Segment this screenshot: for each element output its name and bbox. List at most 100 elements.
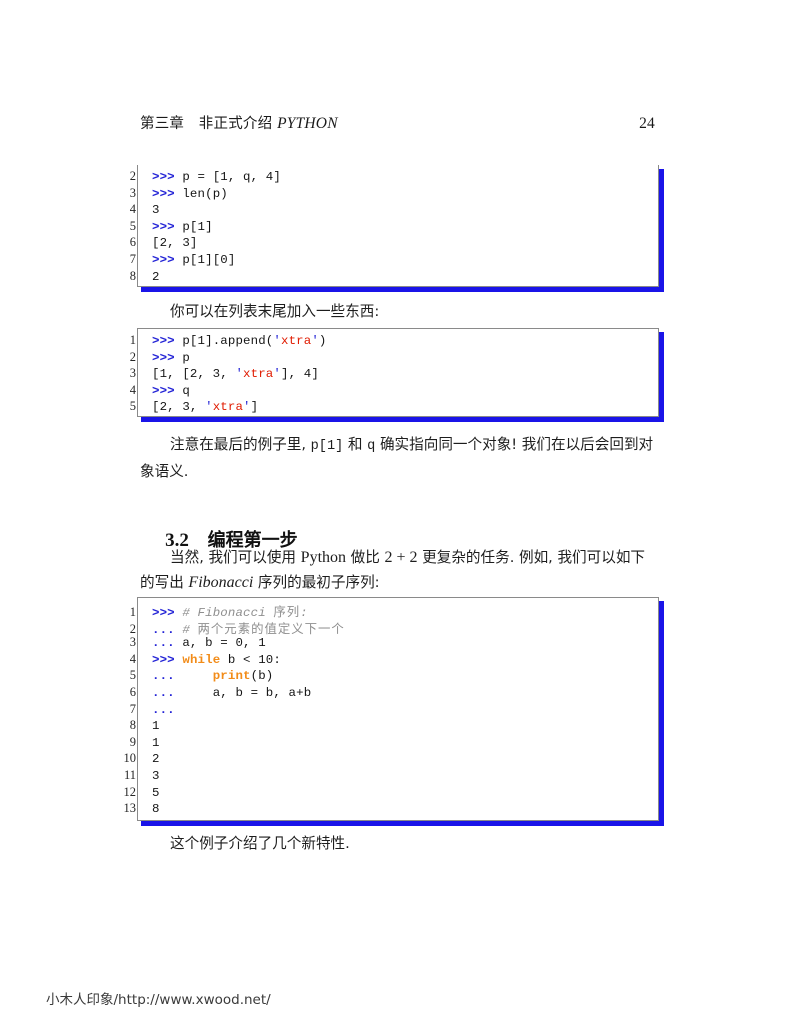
code-line: 3 >>> len(p): [130, 186, 658, 203]
code-line-number: 1: [129, 605, 136, 619]
code-line-number: 4: [129, 651, 136, 666]
code-line-text: >>> p: [152, 350, 190, 365]
code-line-number: 10: [123, 751, 137, 766]
code-line-number: 12: [123, 784, 137, 799]
chapter-title: 第三章 非正式介绍 PYTHON: [140, 112, 338, 133]
paragraph-append-intro: 你可以在列表末尾加入一些东西:: [140, 299, 655, 324]
code-line-number: 8: [129, 718, 136, 733]
code-line: 12 5: [124, 785, 658, 802]
code-line: 2... # 两个元素的值定义下一个: [130, 619, 658, 637]
code-line-text: ...: [152, 702, 175, 717]
chapter-title-cjk: 第三章 非正式介绍: [140, 116, 278, 132]
paragraph-fibonacci-part4: 序列的最初子序列:: [253, 574, 380, 591]
code-listing-2: 1 >>> p[1].append('xtra') 2 >>> p 3 [1, [2, 3…: [130, 328, 664, 422]
code-line: 11 3: [124, 768, 658, 785]
inline-code-p1: p[1]: [310, 439, 344, 454]
code-line: 6 ... a, b = b, a+b: [130, 685, 658, 702]
code-listing-2-frame: 1 >>> p[1].append('xtra') 2 >>> p 3 [1, [2, 3…: [130, 328, 659, 420]
code-line-text: [2, 3]: [152, 236, 198, 251]
code-line-number: 3: [129, 635, 136, 650]
inline-latin-python: Python: [300, 549, 347, 566]
code-line-text: ... a, b = b, a+b: [152, 685, 312, 700]
code-listing-3: 1 >>> # Fibonacci 序列: 2... # 两个元素的值定义下一个 3.…: [124, 597, 664, 826]
paragraph-new-features: 这个例子介绍了几个新特性.: [140, 831, 655, 856]
code-line-number: 5: [129, 399, 136, 414]
code-line-text: ... a, b = 0, 1: [152, 636, 266, 651]
code-line-text: [2, 3, 'xtra']: [152, 400, 259, 415]
page-number: 24: [639, 115, 655, 132]
code-line-text: ... # 两个元素的值定义下一个: [152, 620, 345, 637]
paragraph-append-intro-text: 你可以在列表末尾加入一些东西:: [170, 303, 380, 320]
code-line-text: >>> p[1].append('xtra'): [152, 334, 327, 348]
code-line-text: ... print(b): [152, 669, 274, 684]
code-line-number: 4: [129, 382, 136, 397]
code-listing-3-shadow-right: [659, 601, 664, 826]
code-line-text: >>> # Fibonacci 序列:: [152, 604, 308, 620]
code-line-number: 6: [129, 684, 136, 699]
code-line: 6 [2, 3]: [130, 235, 658, 252]
paragraph-object-semantics-part2: 和: [343, 436, 368, 453]
code-line-number: 7: [129, 251, 136, 266]
code-line: 82: [130, 269, 658, 286]
paragraph-object-semantics-part1: 注意在最后的例子里,: [170, 436, 311, 453]
code-listing-1: 2 >>> p = [1, q, 4] 3 >>> len(p) 4 3 5 >>> p[1]…: [130, 165, 664, 292]
code-line-text: >>> p[1]: [152, 219, 213, 234]
code-line-text: >>> len(p): [152, 186, 228, 201]
code-line: 43: [130, 202, 658, 219]
code-line-text: 2: [152, 752, 160, 767]
code-line-text: [1, [2, 3, 'xtra'], 4]: [152, 367, 319, 382]
paragraph-object-semantics: 注意在最后的例子里, p[1] 和 q 确实指向同一个对象! 我们在以后会回到对…: [140, 432, 655, 484]
code-line-number: 2: [129, 169, 136, 183]
code-line: 1 >>> # Fibonacci 序列:: [130, 602, 658, 620]
code-line: 3 [1, [2, 3, 'xtra'], 4]: [130, 366, 658, 383]
code-line-number: 5: [129, 218, 136, 233]
code-line-text: >>> p = [1, q, 4]: [152, 170, 281, 184]
code-line-number: 1: [129, 333, 136, 347]
code-listing-3-frame: 1 >>> # Fibonacci 序列: 2... # 两个元素的值定义下一个 3.…: [124, 597, 659, 822]
code-line-number: 9: [129, 734, 136, 749]
code-line: 5 >>> p[1]: [130, 219, 658, 236]
code-line-number: 5: [129, 668, 136, 683]
paragraph-fibonacci-part2: 做比: [346, 549, 385, 566]
code-line: 10 2: [124, 751, 658, 768]
paragraph-fibonacci-part1: 当然, 我们可以使用: [170, 549, 301, 566]
code-line-number: 7: [129, 701, 136, 716]
code-line-text: 8: [152, 802, 160, 817]
code-listing-2-shadow-bottom: [141, 417, 664, 422]
document-page: 第三章 非正式介绍 PYTHON 24 2 >>> p = [1, q, 4] 3 >…: [0, 0, 800, 1035]
code-listing-2-rows: 1 >>> p[1].append('xtra') 2 >>> p 3 [1, [2, 3…: [130, 329, 658, 420]
code-line: 81: [130, 718, 658, 735]
code-listing-1-rows: 2 >>> p = [1, q, 4] 3 >>> len(p) 4 3 5 >>> p[1]…: [130, 165, 658, 289]
code-line-text: >>> p[1][0]: [152, 252, 236, 267]
running-head: 第三章 非正式介绍 PYTHON 24: [140, 112, 655, 133]
code-line-text: 1: [152, 735, 160, 750]
code-line-text: 2: [152, 269, 160, 284]
code-line: 2 >>> p = [1, q, 4]: [130, 169, 658, 186]
chapter-title-latin: PYTHON: [277, 115, 338, 132]
code-line: 4 >>> while b < 10:: [130, 652, 658, 669]
code-line-text: >>> q: [152, 383, 190, 398]
paragraph-fibonacci-intro: 当然, 我们可以使用 Python 做比 2 + 2 更复杂的任务. 例如, 我…: [140, 545, 655, 595]
paragraph-new-features-text: 这个例子介绍了几个新特性.: [170, 835, 350, 852]
code-line-text: >>> while b < 10:: [152, 652, 281, 667]
code-line-number: 13: [123, 801, 137, 816]
code-line: 91: [130, 735, 658, 752]
code-line-number: 6: [129, 235, 136, 250]
inline-italic-fibonacci: Fibonacci: [188, 574, 254, 591]
code-line-number: 3: [129, 366, 136, 381]
code-line: 13 8: [124, 801, 658, 818]
code-listing-1-frame: 2 >>> p = [1, q, 4] 3 >>> len(p) 4 3 5 >>> p[1]…: [130, 165, 659, 289]
inline-math-2plus2: 2 + 2: [384, 549, 418, 566]
code-listing-3-shadow-bottom: [141, 821, 664, 826]
code-listing-1-shadow-right: [659, 169, 664, 292]
code-line: 3 ... a, b = 0, 1: [130, 635, 658, 652]
code-line: 7 >>> p[1][0]: [130, 252, 658, 269]
code-line: 1 >>> p[1].append('xtra'): [130, 333, 658, 350]
code-line: 7...: [130, 702, 658, 719]
code-line-number: 3: [129, 185, 136, 200]
watermark: 小木人印象/http://www.xwood.net/: [46, 992, 271, 1008]
code-line: 4 >>> q: [130, 383, 658, 400]
code-line-number: 2: [129, 349, 136, 364]
code-line-number: 11: [123, 767, 136, 782]
code-listing-3-rows: 1 >>> # Fibonacci 序列: 2... # 两个元素的值定义下一个 3.…: [124, 598, 658, 822]
